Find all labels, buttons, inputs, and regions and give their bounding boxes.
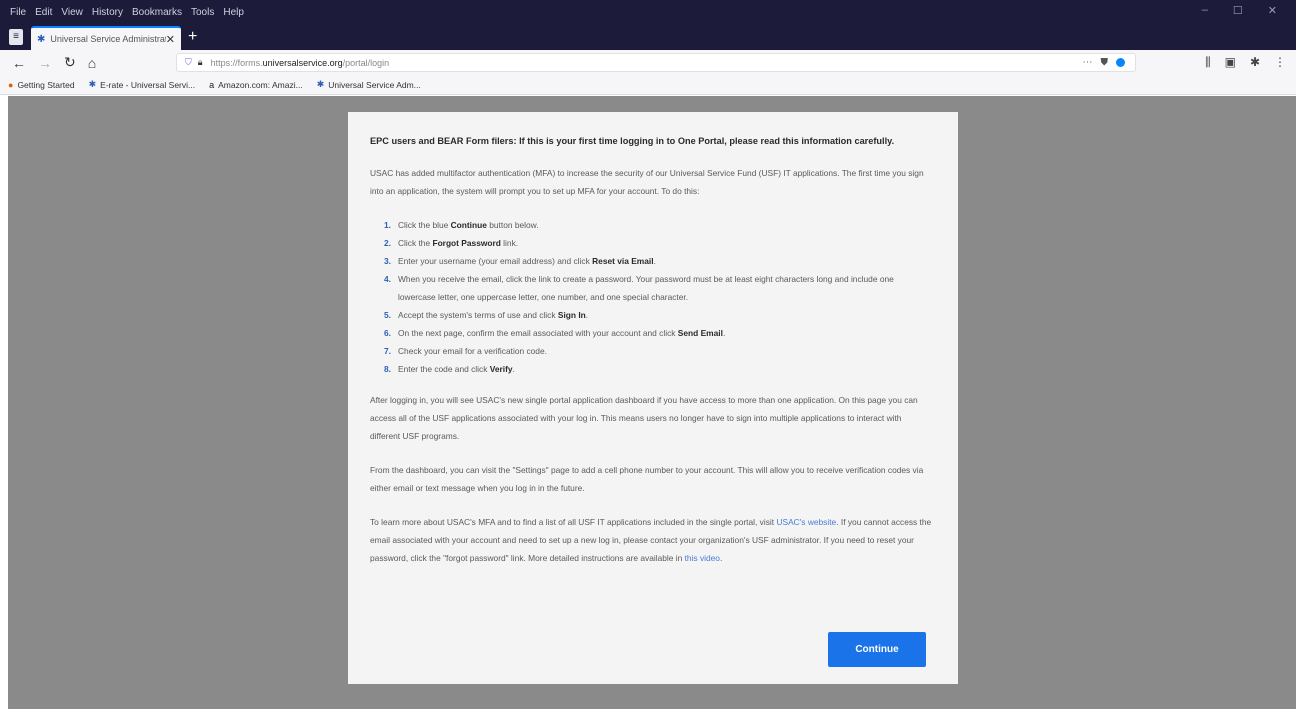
url-bar[interactable]: ⛉ 🔒︎ https://forms. universalservice.org /… (176, 53, 1136, 72)
step-number: 2. (384, 238, 391, 248)
maximize-icon[interactable]: ☐ (1233, 4, 1243, 17)
minimize-icon[interactable]: – (1202, 4, 1208, 17)
window-controls: – ☐ ✕ (1202, 4, 1286, 17)
usac-icon: ✱ (88, 79, 97, 89)
menu-bar: File Edit View History Bookmarks Tools H… (0, 0, 1296, 24)
step-text: . (512, 364, 515, 374)
url-domain: universalservice.org (262, 57, 343, 68)
step-number: 1. (384, 220, 391, 230)
tab-active[interactable]: ✱ Universal Service Administrat... ✕ (31, 26, 181, 50)
menu-file[interactable]: File (10, 7, 26, 18)
menu-history[interactable]: History (92, 7, 123, 18)
learn-more-paragraph: To learn more about USAC's MFA and to fi… (370, 513, 932, 567)
forward-icon[interactable]: → (38, 55, 52, 71)
lock-icon[interactable]: 🔒︎ (198, 57, 203, 68)
setup-steps-list: 1. Click the blue Continue button below. … (384, 216, 932, 378)
back-icon[interactable]: ← (12, 55, 26, 71)
step-bold: Forgot Password (432, 238, 501, 248)
usac-favicon-icon: ✱ (37, 33, 46, 45)
firefox-icon: ● (8, 79, 14, 90)
bookmark-item[interactable]: ✱ Universal Service Adm... (317, 79, 421, 90)
step-number: 4. (384, 274, 391, 284)
bookmark-item[interactable]: ● Getting Started (8, 80, 75, 90)
step-bold: Verify (489, 364, 513, 374)
step-text: Accept the system's terms of use and cli… (398, 310, 558, 320)
step-bold: Send Email (677, 328, 723, 338)
tab-title: Universal Service Administrat... (50, 34, 166, 44)
list-item: 4. When you receive the email, click the … (384, 270, 932, 306)
paragraph-text: To learn more about USAC's MFA and to fi… (370, 517, 777, 527)
library-icon[interactable]: ⫼ (1205, 55, 1211, 70)
step-text: Check your email for a verification code… (398, 346, 547, 356)
step-text: On the next page, confirm the email asso… (398, 328, 678, 338)
dashboard-paragraph: After logging in, you will see USAC's ne… (370, 395, 918, 441)
dialog-heading: EPC users and BEAR Form filers: If this … (370, 136, 895, 146)
step-bold: Continue (450, 220, 487, 230)
page-actions-icon[interactable]: ⋯ (1083, 57, 1093, 68)
bookmark-item[interactable]: ✱ E-rate - Universal Servi... (89, 79, 196, 90)
step-number: 5. (384, 310, 391, 320)
step-number: 7. (384, 346, 391, 356)
bookmark-label: Universal Service Adm... (328, 79, 421, 90)
overflow-menu-icon[interactable]: ⋮ (1274, 55, 1286, 70)
list-item: 7. Check your email for a verification co… (384, 342, 932, 360)
list-item: 8. Enter the code and click Verify. (384, 360, 932, 378)
list-item: 3. Enter your username (your email addres… (384, 252, 932, 270)
reload-icon[interactable]: ↻ (64, 54, 76, 71)
paragraph-text: . (719, 553, 723, 563)
usac-website-link[interactable]: USAC's website (776, 517, 836, 527)
url-prefix: https://forms. (210, 57, 263, 68)
tab-list-icon[interactable]: ≡ (9, 29, 23, 45)
step-number: 6. (384, 328, 391, 338)
bookmark-item[interactable]: a Amazon.com: Amazi... (209, 80, 303, 90)
usac-icon: ✱ (316, 79, 325, 89)
navigation-bar: ← → ↻ ⌂ ⛉ 🔒︎ https://forms. universalserv… (0, 50, 1296, 75)
step-text: link. (500, 238, 519, 248)
extension-icon[interactable]: ✱ (1250, 55, 1260, 70)
step-number: 3. (384, 256, 391, 266)
pocket-icon[interactable]: ⛊ (1101, 57, 1109, 68)
bookmark-label: Amazon.com: Amazi... (218, 79, 303, 90)
step-text: When you receive the email, click the li… (398, 274, 894, 302)
amazon-icon: a (209, 79, 215, 90)
list-item: 2. Click the Forgot Password link. (384, 234, 932, 252)
menu-view[interactable]: View (61, 7, 83, 18)
step-text: Enter the code and click (398, 364, 490, 374)
step-bold: Reset via Email (592, 256, 654, 266)
step-text: . (722, 328, 726, 338)
list-item: 1. Click the blue Continue button below. (384, 216, 932, 234)
toolbar-right: ⫼ ▣ ✱ ⋮ (1205, 55, 1286, 70)
tracking-shield-icon[interactable]: ⛉ (185, 57, 192, 68)
bookmark-label: Getting Started (17, 79, 75, 90)
home-icon[interactable]: ⌂ (88, 55, 96, 71)
this-video-link[interactable]: this video (685, 553, 720, 563)
step-text: . (585, 310, 589, 320)
url-path: /portal/login (342, 57, 390, 68)
menu-edit[interactable]: Edit (35, 7, 52, 18)
close-window-icon[interactable]: ✕ (1268, 4, 1277, 17)
bookmark-star-icon[interactable] (1116, 58, 1125, 67)
mfa-info-dialog: EPC users and BEAR Form filers: If this … (348, 112, 958, 684)
bookmarks-bar: ● Getting Started ✱ E-rate - Universal S… (0, 75, 1296, 95)
tab-close-icon[interactable]: ✕ (166, 33, 175, 46)
intro-paragraph: USAC has added multifactor authenticatio… (370, 168, 924, 196)
tab-strip: ≡ ✱ Universal Service Administrat... ✕ + (0, 24, 1296, 50)
menu-help[interactable]: Help (223, 7, 244, 18)
settings-paragraph: From the dashboard, you can visit the "S… (370, 465, 924, 493)
bookmark-label: E-rate - Universal Servi... (100, 79, 196, 90)
sidebar-icon[interactable]: ▣ (1225, 55, 1236, 70)
list-item: 5. Accept the system's terms of use and c… (384, 306, 932, 324)
menu-tools[interactable]: Tools (191, 7, 214, 18)
step-text: Click the (398, 238, 433, 248)
step-text: Enter your username (your email address)… (398, 256, 593, 266)
step-text: Click the blue (398, 220, 451, 230)
step-number: 8. (384, 364, 391, 374)
continue-button[interactable]: Continue (828, 632, 926, 667)
step-bold: Sign In (557, 310, 586, 320)
step-text: . (653, 256, 656, 266)
menu-bookmarks[interactable]: Bookmarks (132, 7, 182, 18)
list-item: 6. On the next page, confirm the email as… (384, 324, 932, 342)
new-tab-icon[interactable]: + (188, 29, 197, 45)
step-text: button below. (486, 220, 539, 230)
